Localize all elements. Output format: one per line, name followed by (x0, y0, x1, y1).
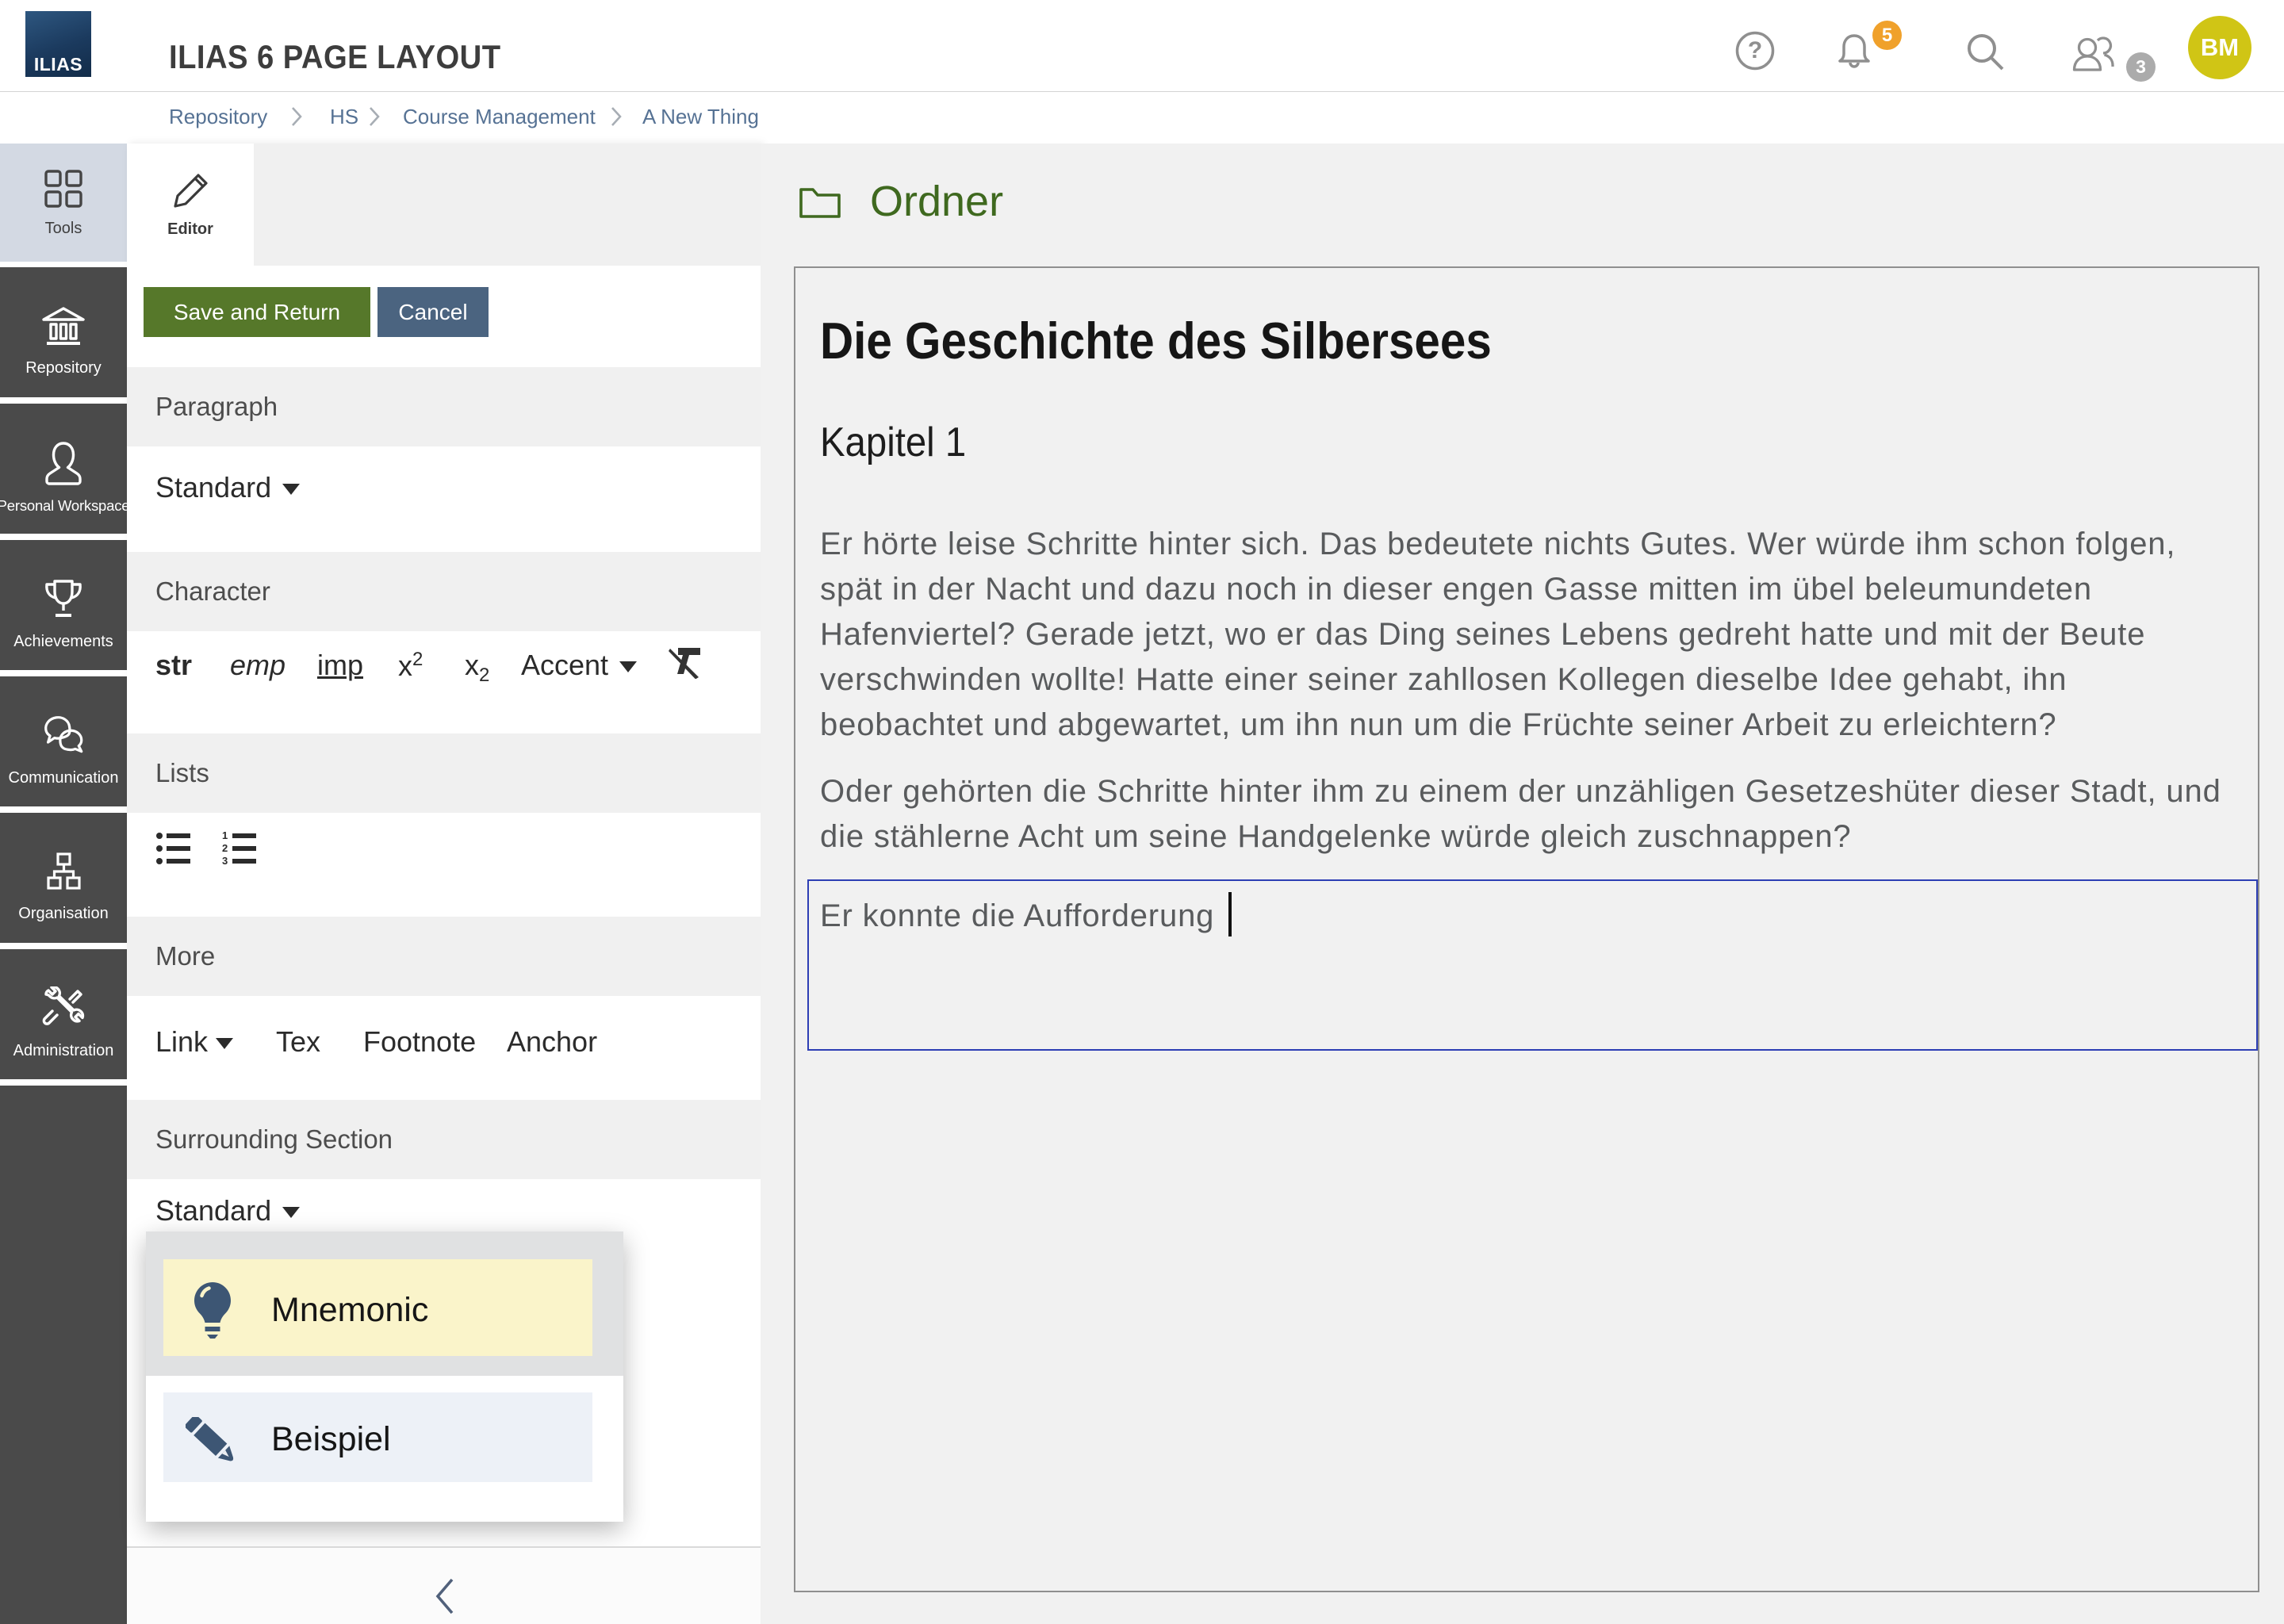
svg-text:2: 2 (222, 842, 228, 854)
svg-text:1: 1 (222, 832, 228, 841)
svg-text:?: ? (1748, 37, 1762, 63)
svg-text:3: 3 (222, 855, 228, 865)
